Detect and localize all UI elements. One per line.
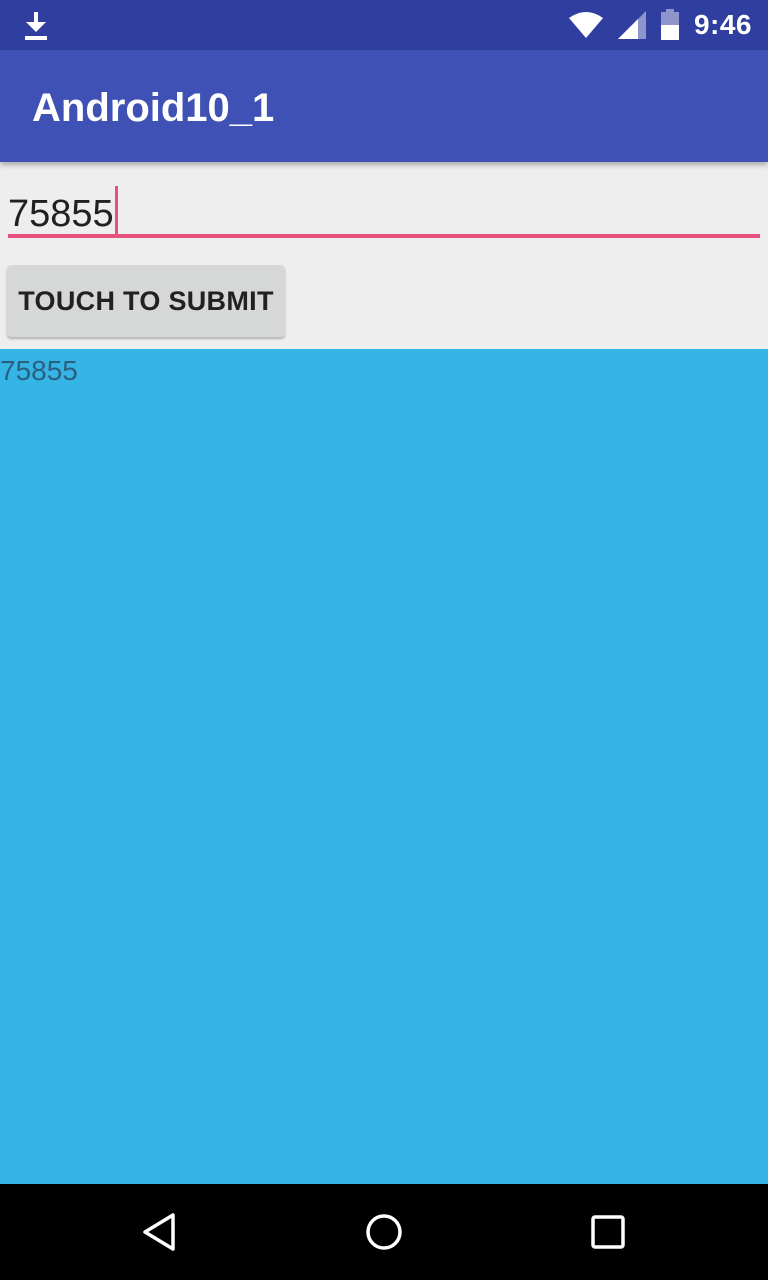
status-icons: 9:46 [568, 0, 752, 50]
output-text: 75855 [0, 355, 78, 386]
submit-button[interactable]: TOUCH TO SUBMIT [7, 265, 285, 337]
wifi-icon [568, 11, 604, 39]
app-screen: 9:46 Android10_1 75855 TOUCH TO SUBMIT 7… [0, 0, 768, 1280]
status-bar: 9:46 [0, 0, 768, 50]
battery-icon [660, 9, 680, 41]
number-input-value: 75855 [8, 186, 118, 236]
cellular-signal-icon [617, 11, 646, 39]
recents-icon[interactable] [588, 1212, 628, 1252]
download-icon [22, 10, 50, 42]
app-title: Android10_1 [32, 86, 275, 130]
output-panel: 75855 [0, 349, 768, 1184]
home-icon[interactable] [364, 1212, 404, 1252]
navigation-bar [0, 1184, 768, 1280]
status-time: 9:46 [693, 9, 752, 40]
text-cursor [114, 186, 118, 234]
back-icon[interactable] [140, 1212, 180, 1252]
number-input-text: 75855 [8, 193, 114, 235]
number-input[interactable]: 75855 [8, 180, 760, 238]
form-area: 75855 TOUCH TO SUBMIT [0, 162, 768, 349]
app-bar: Android10_1 [0, 50, 768, 162]
